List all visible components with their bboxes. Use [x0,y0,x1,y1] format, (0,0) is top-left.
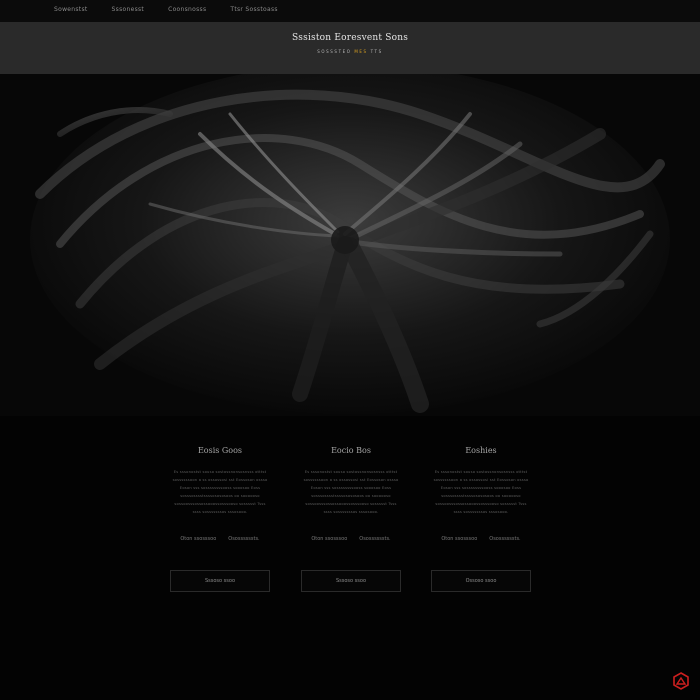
feature-button[interactable]: Ossoso ssoo [431,570,531,592]
feature-text: Es sssonostst souso sostossnonsosnsss ot… [303,470,399,515]
feature-title: Eosis Goos [197,446,243,455]
feature-link-2[interactable]: Osossssssts. [228,536,259,542]
tagline-main: SOSSSTEO [317,49,352,54]
feature-text: Es sssonostst souso sostossnonsosnsss ot… [172,470,268,515]
tagline-accent: MES [354,49,368,54]
tagline-end: TTS [370,49,383,54]
top-nav-bar: Sowenstst Sssonesst Coonsnosss Ttsr Soss… [0,0,700,23]
site-title[interactable]: Sssiston Eoresvent Sons [0,33,700,43]
nav-item-4[interactable]: Ttsr Sosstoass [230,6,277,13]
site-tagline: SOSSSTEO MES TTS [0,49,700,54]
feature-link-2[interactable]: Osossssssts. [359,536,390,542]
feature-title: Eocio Bos [331,446,371,455]
feature-links: Oton ssosssoo Osossssssts. [301,536,401,542]
feature-links: Oton ssosssoo Osossssssts. [431,536,531,542]
nav-item-2[interactable]: Sssonesst [112,6,145,13]
feature-link-1[interactable]: Oton ssosssoo [311,536,347,542]
site-header: Sssiston Eoresvent Sons SOSSSTEO MES TTS [0,22,700,74]
feature-link-2[interactable]: Osossssssts. [489,536,520,542]
hero-banner [0,74,700,416]
abstract-swirl-artwork [0,74,700,416]
features-section: Eosis Goos Es sssonostst souso sostossno… [0,416,700,700]
feature-link-1[interactable]: Oton ssosssoo [180,536,216,542]
feature-text: Es sssonostst souso sostossnonsosnsss ot… [433,470,529,515]
feature-button[interactable]: Sssoso ssoo [301,570,401,592]
feature-links: Oton ssosssoo Osossssssts. [170,536,270,542]
feature-button[interactable]: Sssoso ssoo [170,570,270,592]
nav-item-3[interactable]: Coonsnosss [168,6,206,13]
nav-item-1[interactable]: Sowenstst [54,6,88,13]
brand-logo-icon [672,672,690,690]
top-nav: Sowenstst Sssonesst Coonsnosss Ttsr Soss… [54,6,278,13]
feature-title: Eoshies [465,446,497,455]
feature-link-1[interactable]: Oton ssosssoo [441,536,477,542]
